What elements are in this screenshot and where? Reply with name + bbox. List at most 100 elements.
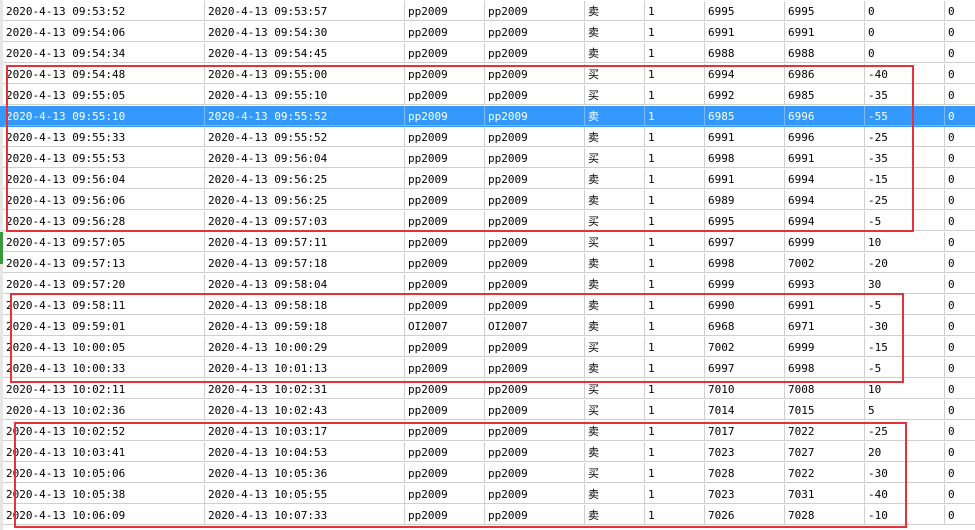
table-row[interactable]: 2020-4-13 09:56:06 2020-4-13 09:56:25 pp20… <box>0 190 975 211</box>
close-price-cell: 6991 <box>785 22 865 42</box>
quantity-cell: 1 <box>645 169 705 189</box>
table-row[interactable]: 2020-4-13 09:55:33 2020-4-13 09:55:52 pp20… <box>0 127 975 148</box>
open-time-cell: 2020-4-13 10:00:05 <box>3 337 205 357</box>
open-time-cell: 2020-4-13 10:02:11 <box>3 379 205 399</box>
close-price-cell: 7027 <box>785 442 865 462</box>
contract-cell: pp2009 <box>405 1 485 21</box>
pnl-cell: -5 <box>865 295 945 315</box>
side-cell: 卖 <box>585 358 645 378</box>
side-cell: 卖 <box>585 253 645 273</box>
trade-record-table: 2020-4-13 09:53:52 2020-4-13 09:53:57 pp20… <box>0 0 975 530</box>
table-row[interactable]: 2020-4-13 09:54:06 2020-4-13 09:54:30 pp20… <box>0 22 975 43</box>
pnl-cell: 10 <box>865 232 945 252</box>
fee-cell: 0 <box>945 43 975 63</box>
pnl-cell: -15 <box>865 337 945 357</box>
table-row[interactable]: 2020-4-13 09:54:48 2020-4-13 09:55:00 pp20… <box>0 64 975 85</box>
open-price-cell: 7023 <box>705 484 785 504</box>
table-row[interactable]: 2020-4-13 09:57:13 2020-4-13 09:57:18 pp20… <box>0 253 975 274</box>
contract-cell: pp2009 <box>405 64 485 84</box>
close-time-cell: 2020-4-13 10:03:17 <box>205 421 405 441</box>
contract-cell: pp2009 <box>405 211 485 231</box>
table-row[interactable]: 2020-4-13 10:02:36 2020-4-13 10:02:43 pp20… <box>0 400 975 421</box>
close-time-cell: 2020-4-13 09:55:52 <box>205 127 405 147</box>
quantity-cell: 1 <box>645 463 705 483</box>
open-price-cell: 7010 <box>705 379 785 399</box>
quantity-cell: 1 <box>645 1 705 21</box>
table-row[interactable]: 2020-4-13 10:05:38 2020-4-13 10:05:55 pp20… <box>0 484 975 505</box>
quantity-cell: 1 <box>645 127 705 147</box>
table-row[interactable]: 2020-4-13 09:54:34 2020-4-13 09:54:45 pp20… <box>0 43 975 64</box>
open-price-cell: 6991 <box>705 22 785 42</box>
side-cell: 买 <box>585 400 645 420</box>
quantity-cell: 1 <box>645 484 705 504</box>
open-price-cell: 7002 <box>705 337 785 357</box>
table-row[interactable]: 2020-4-13 09:56:04 2020-4-13 09:56:25 pp20… <box>0 169 975 190</box>
contract-cell: pp2009 <box>405 43 485 63</box>
pnl-cell: 30 <box>865 274 945 294</box>
open-price-cell: 6985 <box>705 106 785 126</box>
side-cell: 卖 <box>585 295 645 315</box>
table-row[interactable]: 2020-4-13 09:56:28 2020-4-13 09:57:03 pp20… <box>0 211 975 232</box>
table-row[interactable]: 2020-4-13 10:03:41 2020-4-13 10:04:53 pp20… <box>0 442 975 463</box>
side-cell: 卖 <box>585 43 645 63</box>
quantity-cell: 1 <box>645 379 705 399</box>
table-row[interactable]: 2020-4-13 10:02:52 2020-4-13 10:03:17 pp20… <box>0 421 975 442</box>
close-price-cell: 6994 <box>785 211 865 231</box>
table-row[interactable]: 2020-4-13 09:55:05 2020-4-13 09:55:10 pp20… <box>0 85 975 106</box>
open-price-cell: 6994 <box>705 64 785 84</box>
open-price-cell: 6990 <box>705 295 785 315</box>
quantity-cell: 1 <box>645 190 705 210</box>
close-price-cell: 6991 <box>785 148 865 168</box>
quantity-cell: 1 <box>645 295 705 315</box>
close-time-cell: 2020-4-13 10:05:55 <box>205 484 405 504</box>
contract-cell-2: pp2009 <box>485 358 585 378</box>
pnl-cell: -25 <box>865 127 945 147</box>
quantity-cell: 1 <box>645 442 705 462</box>
close-price-cell: 6999 <box>785 337 865 357</box>
quantity-cell: 1 <box>645 211 705 231</box>
table-row[interactable]: 2020-4-13 10:00:05 2020-4-13 10:00:29 pp20… <box>0 337 975 358</box>
open-time-cell: 2020-4-13 09:53:52 <box>3 1 205 21</box>
table-row[interactable]: 2020-4-13 09:59:01 2020-4-13 09:59:18 OI20… <box>0 316 975 337</box>
quantity-cell: 1 <box>645 337 705 357</box>
table-row[interactable]: 2020-4-13 09:53:52 2020-4-13 09:53:57 pp20… <box>0 1 975 22</box>
open-price-cell: 6989 <box>705 190 785 210</box>
quantity-cell: 1 <box>645 64 705 84</box>
table-row[interactable]: 2020-4-13 10:06:09 2020-4-13 10:07:33 pp20… <box>0 505 975 526</box>
close-time-cell: 2020-4-13 10:02:43 <box>205 400 405 420</box>
table-row[interactable]: 2020-4-13 09:57:20 2020-4-13 09:58:04 pp20… <box>0 274 975 295</box>
open-price-cell: 6999 <box>705 274 785 294</box>
table-row[interactable]: 2020-4-13 09:57:05 2020-4-13 09:57:11 pp20… <box>0 232 975 253</box>
contract-cell: pp2009 <box>405 442 485 462</box>
table-row[interactable]: 2020-4-13 09:58:11 2020-4-13 09:58:18 pp20… <box>0 295 975 316</box>
contract-cell-2: pp2009 <box>485 274 585 294</box>
pnl-cell: -20 <box>865 253 945 273</box>
fee-cell: 0 <box>945 106 975 126</box>
quantity-cell: 1 <box>645 253 705 273</box>
contract-cell-2: pp2009 <box>485 106 585 126</box>
side-cell: 买 <box>585 148 645 168</box>
fee-cell: 0 <box>945 358 975 378</box>
fee-cell: 0 <box>945 148 975 168</box>
side-cell: 卖 <box>585 274 645 294</box>
fee-cell: 0 <box>945 463 975 483</box>
fee-cell: 0 <box>945 127 975 147</box>
open-time-cell: 2020-4-13 09:55:10 <box>3 106 205 126</box>
pnl-cell: -40 <box>865 484 945 504</box>
contract-cell-2: pp2009 <box>485 232 585 252</box>
table-row[interactable]: 2020-4-13 10:00:33 2020-4-13 10:01:13 pp20… <box>0 358 975 379</box>
close-time-cell: 2020-4-13 09:57:03 <box>205 211 405 231</box>
table-row[interactable]: 2020-4-13 10:02:11 2020-4-13 10:02:31 pp20… <box>0 379 975 400</box>
pnl-cell: 20 <box>865 442 945 462</box>
table-row[interactable]: 2020-4-13 09:55:53 2020-4-13 09:56:04 pp20… <box>0 148 975 169</box>
table-row[interactable]: 2020-4-13 10:05:06 2020-4-13 10:05:36 pp20… <box>0 463 975 484</box>
table-row[interactable]: 2020-4-13 09:55:10 2020-4-13 09:55:52 pp20… <box>0 106 975 127</box>
side-cell: 卖 <box>585 106 645 126</box>
close-time-cell: 2020-4-13 09:58:18 <box>205 295 405 315</box>
quantity-cell: 1 <box>645 85 705 105</box>
pnl-cell: 0 <box>865 1 945 21</box>
open-price-cell: 7023 <box>705 442 785 462</box>
contract-cell-2: pp2009 <box>485 337 585 357</box>
side-cell: 买 <box>585 379 645 399</box>
contract-cell: pp2009 <box>405 295 485 315</box>
